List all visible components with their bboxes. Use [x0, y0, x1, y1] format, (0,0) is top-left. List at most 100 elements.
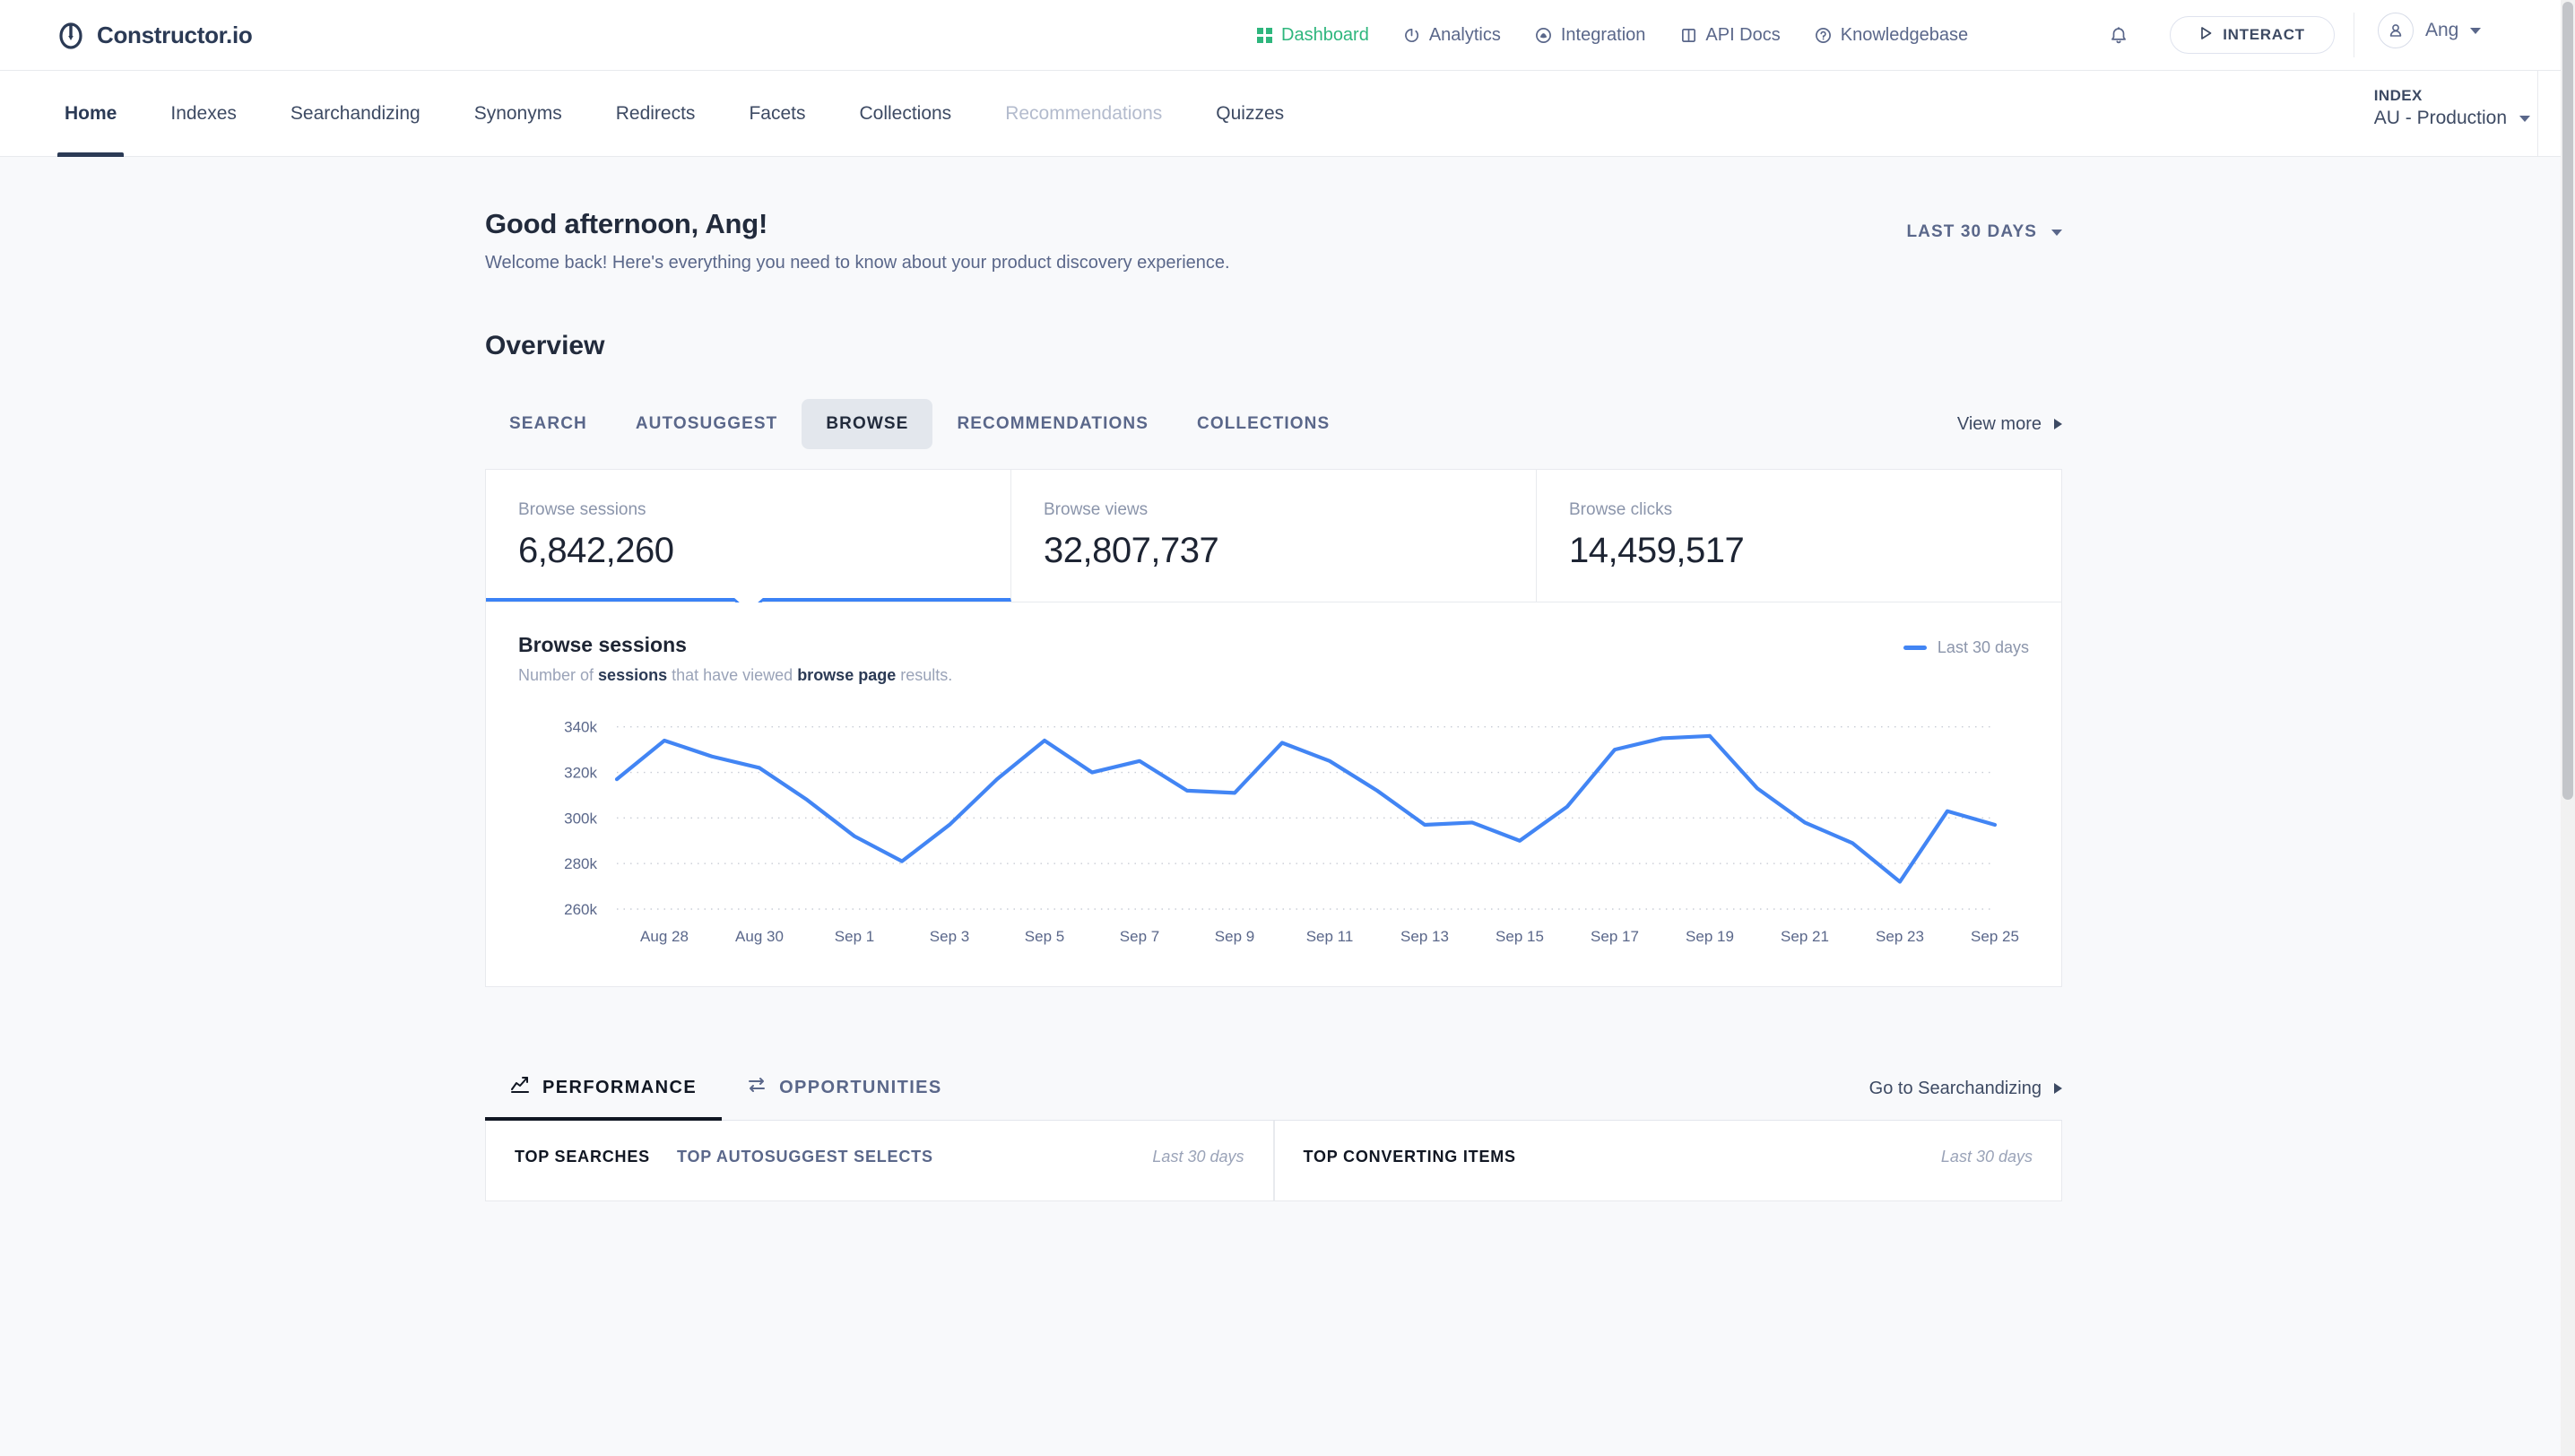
- chevron-down-icon: [2051, 229, 2062, 236]
- tab-opportunities[interactable]: OPPORTUNITIES: [722, 1075, 967, 1120]
- chart-subtitle-part-1: sessions: [598, 666, 668, 684]
- top-converting-items-card-range: Last 30 days: [1940, 1148, 2033, 1166]
- topnav-label-api-docs: API Docs: [1705, 25, 1781, 45]
- tab-label-search: SEARCH: [509, 414, 587, 433]
- chart-x-tick-label: Sep 23: [1876, 928, 1924, 945]
- chart-line-series: [614, 733, 1998, 884]
- tab-search[interactable]: SEARCH: [485, 399, 611, 449]
- card-tab-top-searches[interactable]: TOP SEARCHES: [515, 1148, 650, 1166]
- chart-plot-area: 260k 280k 300k 320k 340k Aug 28 Aug 30 Sep 1 Sep…: [518, 708, 2029, 959]
- tab-performance[interactable]: PERFORMANCE: [485, 1075, 723, 1121]
- view-more-label: View more: [1956, 413, 2042, 434]
- chevron-right-icon: [2054, 1083, 2062, 1094]
- tab-collections[interactable]: COLLECTIONS: [1173, 399, 1354, 449]
- date-range-label: LAST 30 DAYS: [1906, 222, 2037, 241]
- tab-recommendations[interactable]: RECOMMENDATIONS: [932, 399, 1173, 449]
- metric-label: Browse views: [1044, 500, 1149, 519]
- topnav-label-dashboard: Dashboard: [1281, 25, 1369, 45]
- subnav-label-collections: Collections: [859, 103, 952, 124]
- tab-browse[interactable]: BROWSE: [802, 399, 933, 449]
- metric-label: Browse clicks: [1569, 500, 1673, 519]
- brand[interactable]: Constructor.io: [56, 20, 253, 50]
- page-scrollbar-thumb[interactable]: [2562, 2, 2573, 800]
- subnav-label-searchandizing: Searchandizing: [290, 103, 420, 124]
- metric-value: 32,807,737: [1044, 531, 1219, 570]
- view-more-link[interactable]: View more: [1957, 414, 2062, 435]
- topnav-item-knowledgebase[interactable]: Knowledgebase: [1815, 25, 1968, 46]
- chart-panel: Browse sessions Number of sessions that …: [485, 602, 2062, 987]
- greeting-subtitle: Welcome back! Here's everything you need…: [485, 253, 1230, 273]
- tab-label-recommendations: RECOMMENDATIONS: [957, 414, 1149, 433]
- go-to-searchandizing-link[interactable]: Go to Searchandizing: [1869, 1079, 2062, 1117]
- top-searches-card-tabs: TOP SEARCHES TOP AUTOSUGGEST SELECTS: [515, 1148, 933, 1166]
- constructor-logo-icon: [56, 20, 86, 50]
- page-root: Constructor.io Dashboard Analytics Integ…: [0, 0, 2575, 1456]
- tab-autosuggest[interactable]: AUTOSUGGEST: [611, 399, 802, 449]
- date-range-selector[interactable]: LAST 30 DAYS: [1906, 208, 2062, 242]
- subnav-item-home[interactable]: Home: [38, 71, 143, 157]
- topnav-item-analytics[interactable]: Analytics: [1403, 25, 1501, 46]
- top-searches-card-range: Last 30 days: [1152, 1148, 1244, 1166]
- chart-x-tick-label: Sep 15: [1496, 928, 1544, 945]
- bell-icon[interactable]: [2108, 25, 2129, 47]
- play-icon: [2199, 26, 2213, 45]
- top-bar: Constructor.io Dashboard Analytics Integ…: [0, 0, 2575, 71]
- chart-y-tick-label: 340k: [564, 719, 597, 736]
- subnav-item-collections[interactable]: Collections: [832, 71, 978, 157]
- metric-card-browse-views[interactable]: Browse views 32,807,737: [1011, 470, 1537, 602]
- subnav-item-searchandizing[interactable]: Searchandizing: [264, 71, 447, 157]
- subnav-item-synonyms[interactable]: Synonyms: [447, 71, 589, 157]
- bottom-cards: TOP SEARCHES TOP AUTOSUGGEST SELECTS Las…: [485, 1121, 2062, 1201]
- topnav-item-integration[interactable]: Integration: [1535, 25, 1645, 46]
- dashboard-icon: [1255, 27, 1273, 45]
- index-selector-value: AU - Production: [2373, 108, 2507, 128]
- tab-label-autosuggest: AUTOSUGGEST: [635, 414, 778, 433]
- interact-button[interactable]: INTERACT: [2170, 16, 2335, 54]
- brand-name: Constructor.io: [97, 21, 253, 48]
- chart-x-tick-label: Sep 9: [1215, 928, 1254, 945]
- metric-card-browse-sessions[interactable]: Browse sessions 6,842,260: [486, 470, 1011, 614]
- card-tab-top-converting-items[interactable]: TOP CONVERTING ITEMS: [1304, 1148, 1516, 1166]
- subnav-item-facets[interactable]: Facets: [722, 71, 832, 157]
- chart-x-tick-label: Aug 30: [735, 928, 784, 945]
- page-scrollbar[interactable]: [2561, 0, 2575, 1456]
- subnav-label-home: Home: [65, 103, 117, 124]
- user-name: Ang: [2425, 20, 2459, 40]
- chart-header: Browse sessions Number of sessions that …: [518, 633, 2029, 685]
- subnav-item-indexes[interactable]: Indexes: [143, 71, 264, 157]
- topnav-label-analytics: Analytics: [1428, 25, 1501, 45]
- chart-x-tick-label: Sep 3: [930, 928, 969, 945]
- metric-cards: Browse sessions 6,842,260 Browse views 3…: [485, 469, 2062, 614]
- chart-x-tick-label: Sep 19: [1686, 928, 1734, 945]
- chart-title-block: Browse sessions Number of sessions that …: [518, 633, 952, 685]
- subnav-item-quizzes[interactable]: Quizzes: [1189, 71, 1311, 157]
- chart-legend: Last 30 days: [1903, 633, 2029, 657]
- chart-title: Browse sessions: [518, 633, 687, 656]
- sub-navigation-items: Home Indexes Searchandizing Synonyms Red…: [38, 71, 1311, 157]
- subnav-label-facets: Facets: [749, 103, 806, 124]
- chart-y-tick-label: 260k: [564, 901, 597, 918]
- chart-x-tick-label: Sep 13: [1400, 928, 1449, 945]
- chevron-right-icon: [2054, 419, 2062, 429]
- top-converting-items-card-tabs: TOP CONVERTING ITEMS: [1304, 1148, 1516, 1166]
- legend-swatch-icon: [1903, 646, 1927, 650]
- subnav-item-redirects[interactable]: Redirects: [589, 71, 723, 157]
- chart-x-tick-label: Sep 25: [1971, 928, 2019, 945]
- chart-subtitle-part-3: browse page: [797, 666, 897, 684]
- topnav-item-dashboard[interactable]: Dashboard: [1255, 25, 1369, 46]
- metric-card-browse-clicks[interactable]: Browse clicks 14,459,517: [1537, 470, 2061, 602]
- main-content: Good afternoon, Ang! Welcome back! Here'…: [0, 157, 2575, 1456]
- index-selector[interactable]: INDEX AU - Production: [2374, 87, 2530, 129]
- chart-subtitle-part-2: that have viewed: [667, 666, 798, 684]
- chart-y-tick-label: 320k: [564, 765, 597, 782]
- card-tab-top-autosuggest-selects[interactable]: TOP AUTOSUGGEST SELECTS: [677, 1148, 933, 1166]
- topnav-item-api-docs[interactable]: API Docs: [1679, 25, 1781, 46]
- tab-label-browse: BROWSE: [826, 414, 909, 433]
- chart-x-tick-label: Sep 5: [1025, 928, 1064, 945]
- chevron-down-icon: [2470, 27, 2482, 34]
- index-selector-value-row: AU - Production: [2374, 108, 2530, 129]
- performance-icon: [510, 1075, 530, 1100]
- user-menu[interactable]: Ang: [2378, 13, 2482, 48]
- metric-label: Browse sessions: [518, 500, 646, 519]
- top-converting-items-card-header: TOP CONVERTING ITEMS Last 30 days: [1304, 1148, 2033, 1166]
